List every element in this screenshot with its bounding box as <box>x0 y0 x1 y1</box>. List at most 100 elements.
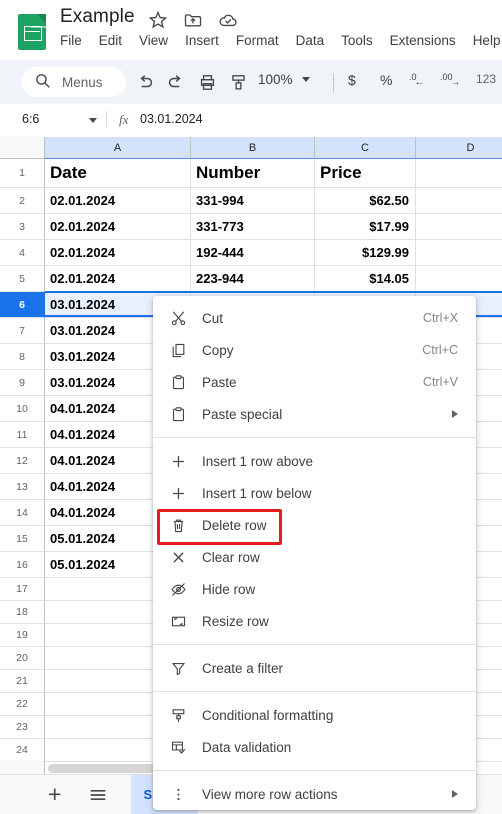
zoom-selector[interactable]: 100% <box>258 72 310 87</box>
menu-item-insert-1-row-above[interactable]: Insert 1 row above <box>153 445 476 477</box>
menu-format[interactable]: Format <box>236 33 279 48</box>
cell-B3[interactable]: 331-773 <box>191 214 315 240</box>
row-header-3[interactable]: 3 <box>0 214 45 240</box>
column-header-b[interactable]: B <box>191 137 315 159</box>
menu-item-insert-1-row-below[interactable]: Insert 1 row below <box>153 477 476 509</box>
cell-C1[interactable]: Price <box>315 159 416 188</box>
redo-button[interactable] <box>165 72 186 93</box>
cell-D2[interactable] <box>416 188 502 214</box>
plus-icon <box>168 451 188 471</box>
format-percent-button[interactable]: % <box>380 72 392 88</box>
column-header-d[interactable]: D <box>416 137 502 159</box>
sheets-logo <box>18 14 46 50</box>
menu-view[interactable]: View <box>139 33 168 48</box>
menu-item-paste-special[interactable]: Paste special <box>153 398 476 430</box>
undo-button[interactable] <box>135 72 156 93</box>
format-currency-button[interactable]: $ <box>348 72 356 88</box>
row-header-5[interactable]: 5 <box>0 266 45 292</box>
row-header-12[interactable]: 12 <box>0 448 45 474</box>
cell-A2[interactable]: 02.01.2024 <box>45 188 191 214</box>
document-title[interactable]: Example <box>60 6 135 28</box>
formula-input[interactable]: 03.01.2024 <box>140 112 203 126</box>
cell-B2[interactable]: 331-994 <box>191 188 315 214</box>
row-header-21[interactable]: 21 <box>0 670 45 693</box>
menu-extensions[interactable]: Extensions <box>390 33 456 48</box>
row-header-16[interactable]: 16 <box>0 552 45 578</box>
cell-A5[interactable]: 02.01.2024 <box>45 266 191 292</box>
menu-item-hide-row[interactable]: Hide row <box>153 573 476 605</box>
row-header-23[interactable]: 23 <box>0 716 45 739</box>
menu-item-view-more-row-actions[interactable]: View more row actions <box>153 778 476 810</box>
cell-B5[interactable]: 223-944 <box>191 266 315 292</box>
menu-item-paste[interactable]: Paste Ctrl+V <box>153 366 476 398</box>
print-button[interactable] <box>197 72 218 93</box>
menu-item-resize-row[interactable]: Resize row <box>153 605 476 637</box>
menu-item-delete-row[interactable]: Delete row <box>153 509 476 545</box>
cell-D3[interactable] <box>416 214 502 240</box>
cell-D4[interactable] <box>416 240 502 266</box>
row-header-7[interactable]: 7 <box>0 318 45 344</box>
cell-B4[interactable]: 192-444 <box>191 240 315 266</box>
row-header-17[interactable]: 17 <box>0 578 45 601</box>
cell-C4[interactable]: $129.99 <box>315 240 416 266</box>
row-header-14[interactable]: 14 <box>0 500 45 526</box>
add-sheet-button[interactable]: + <box>48 783 61 806</box>
cell-C5[interactable]: $14.05 <box>315 266 416 292</box>
row-header-18[interactable]: 18 <box>0 601 45 624</box>
increase-decimal-button[interactable]: .00 → <box>440 72 463 88</box>
row-header-1[interactable]: 1 <box>0 159 45 188</box>
menu-item-data-validation[interactable]: Data validation <box>153 731 476 763</box>
row-header-20[interactable]: 20 <box>0 647 45 670</box>
menu-tools[interactable]: Tools <box>341 33 373 48</box>
row-header-11[interactable]: 11 <box>0 422 45 448</box>
paint-format-button[interactable] <box>228 72 249 93</box>
row-header-4[interactable]: 4 <box>0 240 45 266</box>
star-icon[interactable] <box>148 10 168 30</box>
cell-B1[interactable]: Number <box>191 159 315 188</box>
number-format-button[interactable]: 123 <box>476 72 496 86</box>
menu-insert[interactable]: Insert <box>185 33 219 48</box>
cloud-saved-icon[interactable] <box>218 10 238 30</box>
google-sheets-window: Example File Edit View Insert Format Dat… <box>0 0 502 814</box>
column-header-a[interactable]: A <box>45 137 191 159</box>
cell-A4[interactable]: 02.01.2024 <box>45 240 191 266</box>
cell-D1[interactable] <box>416 159 502 188</box>
row-header-22[interactable]: 22 <box>0 693 45 716</box>
row-header-19[interactable]: 19 <box>0 624 45 647</box>
row-header-24[interactable]: 24 <box>0 739 45 762</box>
search-menus-button[interactable]: Menus <box>22 67 126 97</box>
row-header-10[interactable]: 10 <box>0 396 45 422</box>
filter-icon <box>168 658 188 678</box>
menu-item-clear-row[interactable]: Clear row <box>153 541 476 573</box>
row-header-8[interactable]: 8 <box>0 344 45 370</box>
menu-data[interactable]: Data <box>296 33 325 48</box>
row-header-15[interactable]: 15 <box>0 526 45 552</box>
menu-edit[interactable]: Edit <box>99 33 122 48</box>
scrollbar-corner <box>0 761 45 774</box>
menu-item-copy[interactable]: Copy Ctrl+C <box>153 334 476 366</box>
cell-A1[interactable]: Date <box>45 159 191 188</box>
column-header-c[interactable]: C <box>315 137 416 159</box>
cell-A3[interactable]: 02.01.2024 <box>45 214 191 240</box>
select-all-corner[interactable] <box>0 137 45 159</box>
name-box-chevron-down-icon[interactable] <box>89 118 97 123</box>
menu-item-create-a-filter[interactable]: Create a filter <box>153 652 476 684</box>
menu-file[interactable]: File <box>60 33 82 48</box>
menu-item-conditional-formatting[interactable]: Conditional formatting <box>153 699 476 731</box>
menu-item-cut[interactable]: Cut Ctrl+X <box>153 302 476 334</box>
row-header-9[interactable]: 9 <box>0 370 45 396</box>
row-header-2[interactable]: 2 <box>0 188 45 214</box>
move-to-folder-icon[interactable] <box>183 10 203 30</box>
row-header-6[interactable]: 6 <box>0 292 45 318</box>
decrease-decimal-button[interactable]: .0 ← <box>409 72 427 88</box>
menu-bar: File Edit View Insert Format Data Tools … <box>60 33 500 48</box>
name-box[interactable]: 6:6 <box>22 112 39 126</box>
all-sheets-icon[interactable] <box>81 778 115 812</box>
menu-help[interactable]: Help <box>473 33 501 48</box>
percent-label: % <box>380 72 393 88</box>
row-header-13[interactable]: 13 <box>0 474 45 500</box>
cell-C2[interactable]: $62.50 <box>315 188 416 214</box>
cell-D5[interactable] <box>416 266 502 292</box>
title-icon-group <box>148 10 238 30</box>
cell-C3[interactable]: $17.99 <box>315 214 416 240</box>
